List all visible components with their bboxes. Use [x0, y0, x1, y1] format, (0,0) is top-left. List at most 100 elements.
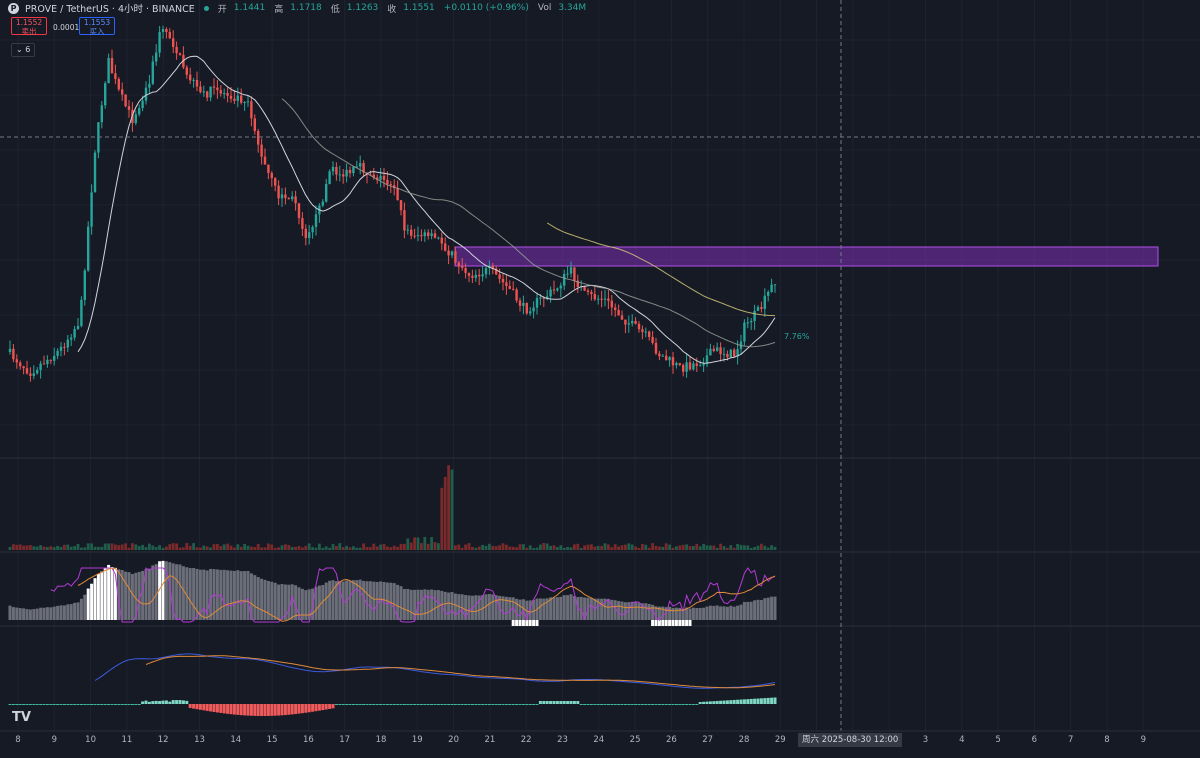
oscillator-bar [436, 590, 440, 620]
oscillator-bar [705, 606, 709, 620]
time-axis-tick: 11 [121, 735, 133, 745]
volume-bar [294, 546, 297, 550]
candle-body [389, 184, 392, 186]
volume-bar [382, 543, 386, 550]
candle-body [328, 171, 331, 184]
volume-bar [430, 537, 433, 550]
macd-bar [314, 704, 318, 712]
indicators-toggle-button[interactable]: ⌄ 6 [11, 43, 36, 57]
volume-bar [709, 545, 712, 550]
macd-bar [185, 700, 189, 704]
market-open-dot-icon [203, 5, 209, 11]
candle-body [692, 363, 695, 370]
macd-bar [535, 704, 539, 705]
volume-bar [239, 546, 243, 550]
macd-bar [287, 704, 291, 715]
volume-bar [494, 546, 498, 550]
price-chart[interactable] [0, 0, 1200, 758]
candle-body [437, 237, 440, 239]
macd-bar [368, 704, 372, 705]
volume-bar [324, 546, 328, 550]
volume-bar [246, 545, 250, 550]
sell-button[interactable]: 1.1552 卖出 [11, 17, 47, 35]
macd-bar [351, 704, 355, 705]
time-axis-tick: 12 [157, 735, 169, 745]
oscillator-bar [331, 580, 335, 620]
volume-bar [158, 545, 161, 550]
tradingview-logo-icon[interactable]: TV [12, 710, 31, 725]
oscillator-bar [372, 581, 376, 620]
macd-bar [164, 700, 168, 704]
oscillator-bar [253, 575, 257, 620]
volume-bar [131, 543, 134, 550]
macd-bar [39, 704, 43, 705]
macd-bar [702, 701, 706, 704]
volume-bar [743, 545, 746, 550]
candle-body [678, 363, 681, 365]
oscillator-bar [42, 607, 46, 620]
volume-bar [440, 487, 444, 550]
macd-bar [515, 704, 519, 705]
oscillator-bar [209, 568, 213, 620]
candle-body [722, 353, 726, 355]
symbol-title[interactable]: PROVE / TetherUS · 4小时 · BINANCE [25, 1, 195, 15]
oscillator-bar-negative [685, 620, 689, 626]
candle-body [229, 95, 233, 99]
volume-bar [647, 547, 651, 550]
macd-bar [110, 704, 114, 705]
volume-bar [297, 545, 301, 550]
oscillator-histogram [8, 560, 777, 626]
candle-body [127, 106, 131, 110]
vol-value: 3.34M [558, 3, 587, 13]
volume-bar [505, 544, 508, 550]
volume-bar [501, 543, 505, 550]
oscillator-bar [263, 579, 267, 620]
candle-body [379, 175, 382, 180]
macd-bar [202, 704, 206, 711]
macd-bar [623, 704, 627, 705]
oscillator-bar [358, 579, 362, 620]
macd-bar [528, 704, 532, 705]
volume-bar [304, 545, 308, 550]
candle-body [291, 196, 294, 200]
volume-bar [273, 547, 277, 550]
macd-bar [674, 704, 678, 705]
volume-bar [307, 543, 311, 550]
oscillator-bar [399, 586, 403, 620]
candle-body [175, 46, 178, 54]
volume-bar [409, 542, 413, 550]
candle-body [644, 331, 647, 333]
oscillator-bar [450, 591, 454, 620]
oscillator-bar [443, 591, 447, 620]
candle-body [114, 73, 117, 80]
oscillator-bar [406, 588, 410, 620]
candle-body [665, 355, 668, 361]
buy-button[interactable]: 1.1553 买入 [79, 17, 115, 35]
oscillator-bar [348, 581, 352, 620]
volume-bar [8, 546, 12, 550]
oscillator-bar-negative [521, 620, 525, 626]
volume-bar [443, 476, 447, 550]
candle-body [515, 289, 518, 301]
oscillator-bar [715, 605, 719, 620]
macd-bar [450, 704, 454, 705]
oscillator-bar [69, 604, 73, 620]
candle-body [566, 273, 569, 275]
time-axis-tick: 14 [230, 735, 242, 745]
candle-body [165, 29, 168, 33]
volume-bar [460, 547, 464, 550]
candle-body [716, 347, 719, 351]
volume-bar [525, 547, 529, 550]
candle-body [19, 362, 22, 367]
oscillator-bar [243, 571, 247, 620]
oscillator-bar [103, 568, 107, 620]
candle-body [29, 373, 32, 376]
macd-bar [542, 701, 546, 704]
candle-body [583, 286, 586, 291]
candle-body [450, 251, 454, 256]
crosshair-time-label: 周六 2025-08-30 12:00 [798, 733, 903, 747]
volume-bar [362, 543, 365, 550]
oscillator-bar [552, 597, 556, 620]
candle-body [359, 163, 362, 167]
candle-body [121, 89, 124, 95]
